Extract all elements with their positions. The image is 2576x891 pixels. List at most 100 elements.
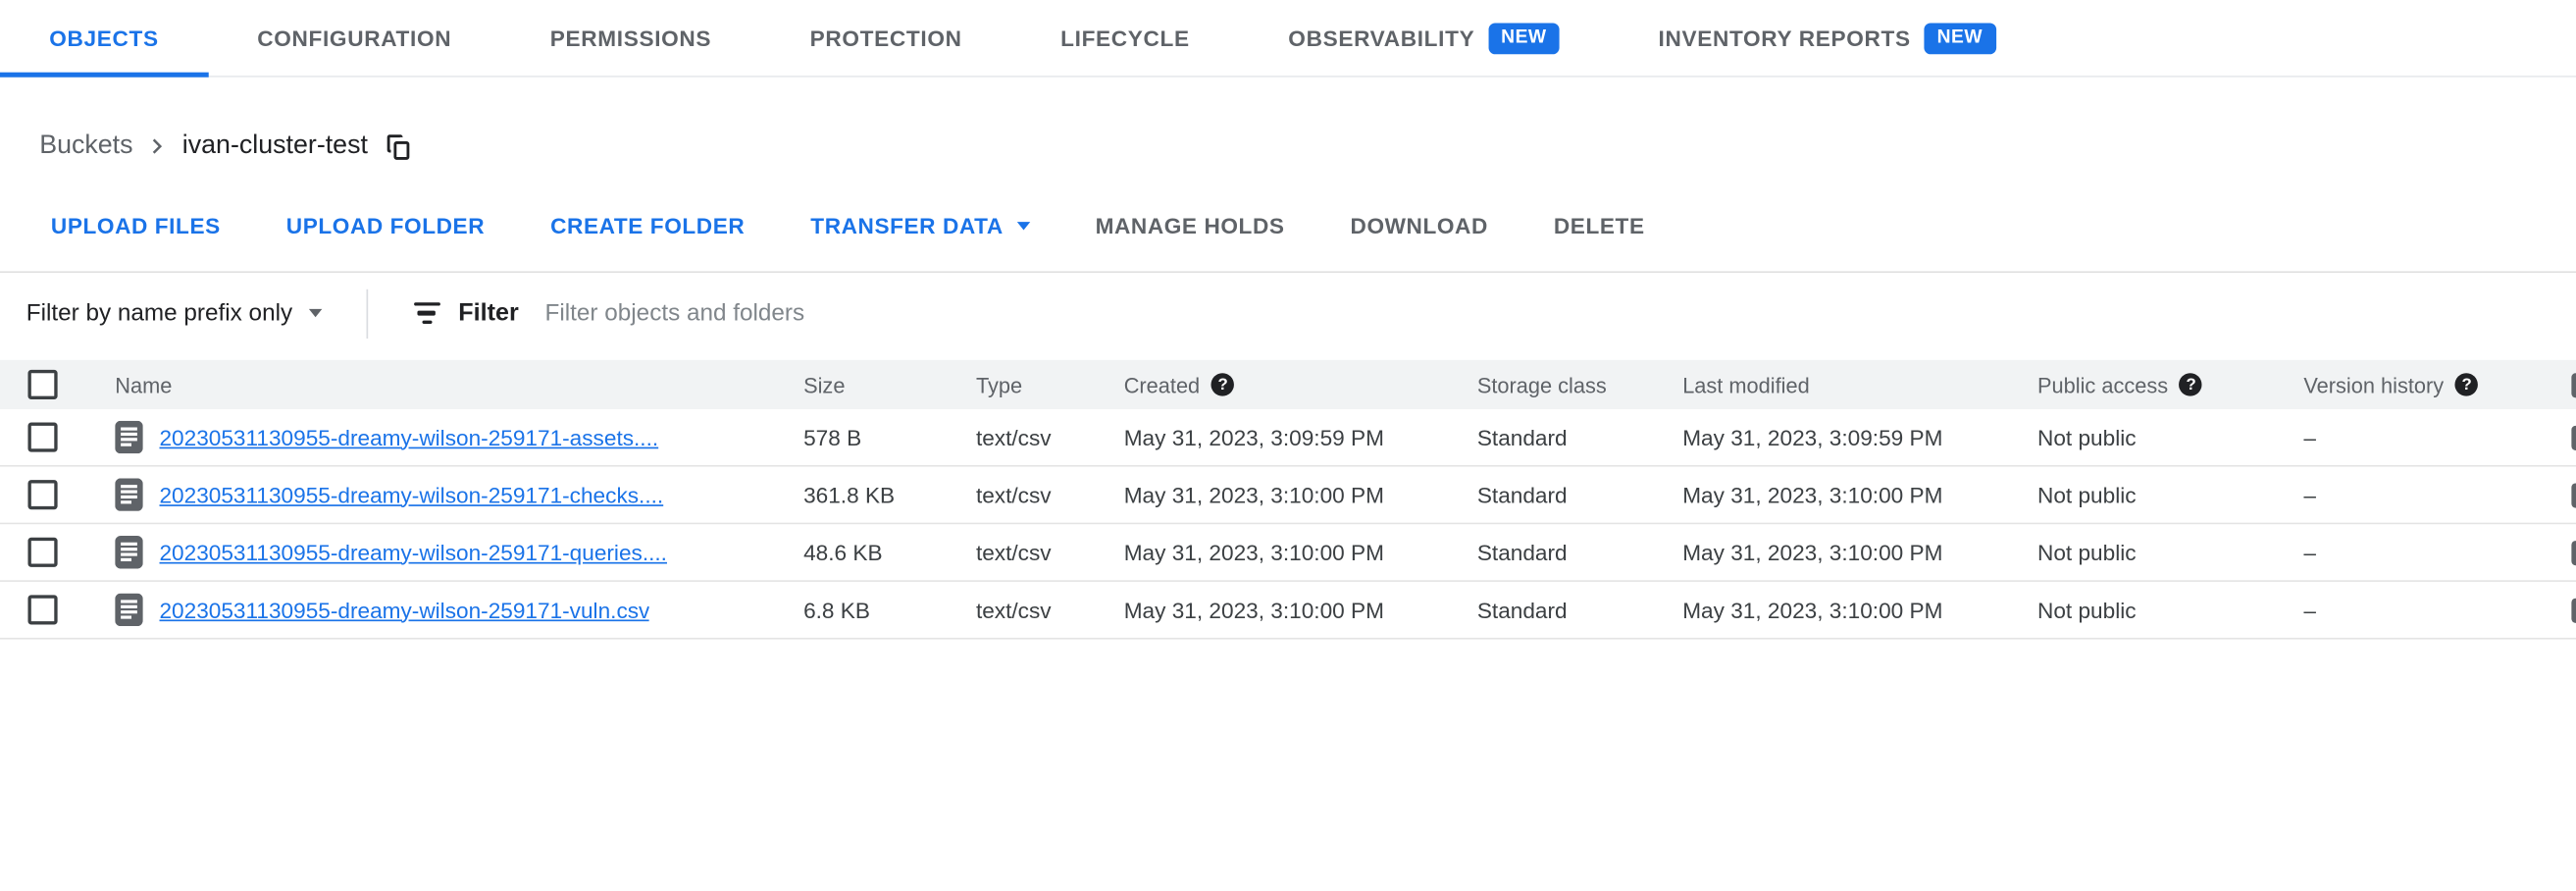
clipped-row-action-icon[interactable] — [2571, 540, 2576, 564]
column-header-storage-class[interactable]: Storage class — [1477, 372, 1682, 396]
type-cell: text/csv — [976, 540, 1124, 564]
help-icon[interactable]: ? — [2455, 373, 2478, 395]
tab-protection[interactable]: PROTECTION — [760, 0, 1010, 76]
type-cell: text/csv — [976, 425, 1124, 449]
button-label: UPLOAD FOLDER — [286, 213, 485, 237]
copy-icon[interactable] — [385, 132, 412, 160]
tab-bar: OBJECTS CONFIGURATION PERMISSIONS PROTEC… — [0, 0, 2576, 78]
table-header-row: Name Size Type Created ? Storage class L… — [0, 360, 2576, 409]
breadcrumb-buckets-link[interactable]: Buckets — [39, 131, 132, 161]
button-label: TRANSFER DATA — [810, 213, 1003, 237]
storage-class-cell: Standard — [1477, 540, 1682, 564]
help-icon[interactable]: ? — [1211, 373, 1234, 395]
storage-class-cell: Standard — [1477, 425, 1682, 449]
created-cell: May 31, 2023, 3:10:00 PM — [1124, 598, 1477, 622]
new-badge: NEW — [1924, 23, 1995, 54]
filter-scope-dropdown[interactable]: Filter by name prefix only — [26, 300, 322, 327]
last-modified-cell: May 31, 2023, 3:09:59 PM — [1682, 425, 2037, 449]
vertical-divider — [366, 288, 368, 338]
clipped-row-action-icon[interactable] — [2571, 598, 2576, 622]
help-icon[interactable]: ? — [2180, 373, 2202, 395]
type-cell: text/csv — [976, 598, 1124, 622]
clipped-column-header — [2571, 372, 2576, 396]
object-name-cell: 20230531130955-dreamy-wilson-259171-asse… — [92, 421, 803, 454]
caret-down-icon — [1016, 221, 1029, 229]
column-header-version-history[interactable]: Version history ? — [2303, 372, 2556, 396]
size-cell: 6.8 KB — [803, 598, 976, 622]
tab-configuration[interactable]: CONFIGURATION — [208, 0, 500, 76]
last-modified-cell: May 31, 2023, 3:10:00 PM — [1682, 540, 2037, 564]
version-history-cell: – — [2303, 483, 2556, 507]
upload-files-button[interactable]: UPLOAD FILES — [51, 213, 221, 237]
filter-objects-input[interactable] — [545, 300, 2576, 327]
button-label: UPLOAD FILES — [51, 213, 221, 237]
column-header-last-modified[interactable]: Last modified — [1682, 372, 2037, 396]
public-access-cell: Not public — [2037, 598, 2303, 622]
size-cell: 578 B — [803, 425, 976, 449]
table-row: 20230531130955-dreamy-wilson-259171-quer… — [0, 524, 2576, 582]
filter-label: Filter — [458, 299, 518, 327]
object-name-cell: 20230531130955-dreamy-wilson-259171-quer… — [92, 536, 803, 569]
row-checkbox[interactable] — [27, 538, 57, 567]
table-row: 20230531130955-dreamy-wilson-259171-vuln… — [0, 582, 2576, 640]
button-label: DELETE — [1554, 213, 1645, 237]
breadcrumb: Buckets ivan-cluster-test — [0, 78, 2576, 166]
storage-class-cell: Standard — [1477, 598, 1682, 622]
clipped-row-action-icon[interactable] — [2571, 483, 2576, 507]
last-modified-cell: May 31, 2023, 3:10:00 PM — [1682, 483, 2037, 507]
caret-down-icon — [309, 309, 322, 317]
new-badge: NEW — [1488, 23, 1560, 54]
object-link[interactable]: 20230531130955-dreamy-wilson-259171-vuln… — [159, 598, 649, 622]
created-cell: May 31, 2023, 3:10:00 PM — [1124, 540, 1477, 564]
size-cell: 361.8 KB — [803, 483, 976, 507]
column-header-public-access[interactable]: Public access ? — [2037, 372, 2303, 396]
tab-permissions[interactable]: PERMISSIONS — [500, 0, 760, 76]
public-access-cell: Not public — [2037, 425, 2303, 449]
tab-observability[interactable]: OBSERVABILITY NEW — [1239, 0, 1609, 76]
table-row: 20230531130955-dreamy-wilson-259171-asse… — [0, 409, 2576, 467]
tab-inventory-reports[interactable]: INVENTORY REPORTS NEW — [1609, 0, 2044, 76]
column-header-size[interactable]: Size — [803, 372, 976, 396]
delete-button[interactable]: DELETE — [1554, 213, 1645, 237]
row-checkbox[interactable] — [27, 595, 57, 624]
button-label: MANAGE HOLDS — [1096, 213, 1285, 237]
object-actions-toolbar: UPLOAD FILES UPLOAD FOLDER CREATE FOLDER… — [0, 166, 2576, 241]
csv-file-icon — [115, 478, 142, 511]
tab-objects[interactable]: OBJECTS — [0, 0, 208, 76]
object-name-cell: 20230531130955-dreamy-wilson-259171-chec… — [92, 478, 803, 511]
csv-file-icon — [115, 594, 142, 627]
download-button[interactable]: DOWNLOAD — [1351, 213, 1488, 237]
row-checkbox[interactable] — [27, 480, 57, 509]
column-header-type[interactable]: Type — [976, 372, 1124, 396]
object-link[interactable]: 20230531130955-dreamy-wilson-259171-asse… — [159, 425, 658, 449]
table-row: 20230531130955-dreamy-wilson-259171-chec… — [0, 467, 2576, 525]
type-cell: text/csv — [976, 483, 1124, 507]
upload-folder-button[interactable]: UPLOAD FOLDER — [286, 213, 485, 237]
storage-class-cell: Standard — [1477, 483, 1682, 507]
object-link[interactable]: 20230531130955-dreamy-wilson-259171-chec… — [159, 483, 663, 507]
created-cell: May 31, 2023, 3:10:00 PM — [1124, 483, 1477, 507]
transfer-data-button[interactable]: TRANSFER DATA — [810, 213, 1029, 237]
tab-label: OBSERVABILITY — [1288, 26, 1474, 50]
tab-label: OBJECTS — [49, 26, 158, 50]
tab-label: PROTECTION — [810, 26, 962, 50]
last-modified-cell: May 31, 2023, 3:10:00 PM — [1682, 598, 2037, 622]
manage-holds-button[interactable]: MANAGE HOLDS — [1096, 213, 1285, 237]
filter-icon — [412, 303, 441, 324]
select-all-checkbox[interactable] — [27, 370, 57, 399]
tab-label: PERMISSIONS — [550, 26, 711, 50]
version-history-cell: – — [2303, 425, 2556, 449]
tab-lifecycle[interactable]: LIFECYCLE — [1011, 0, 1239, 76]
object-link[interactable]: 20230531130955-dreamy-wilson-259171-quer… — [159, 540, 666, 564]
tab-label: INVENTORY REPORTS — [1659, 26, 1911, 50]
column-header-name[interactable]: Name — [92, 372, 803, 396]
column-header-created[interactable]: Created ? — [1124, 372, 1477, 396]
row-checkbox[interactable] — [27, 422, 57, 451]
create-folder-button[interactable]: CREATE FOLDER — [550, 213, 745, 237]
version-history-cell: – — [2303, 540, 2556, 564]
button-label: CREATE FOLDER — [550, 213, 745, 237]
chevron-right-icon — [143, 131, 173, 161]
filter-scope-label: Filter by name prefix only — [26, 300, 292, 327]
clipped-row-action-icon[interactable] — [2571, 425, 2576, 449]
bucket-details-page: OBJECTS CONFIGURATION PERMISSIONS PROTEC… — [0, 0, 2576, 891]
